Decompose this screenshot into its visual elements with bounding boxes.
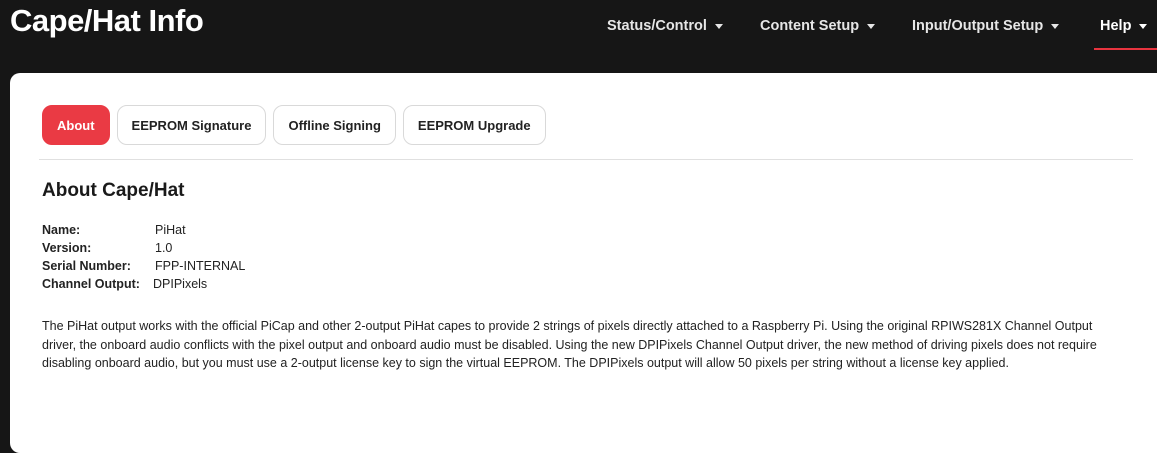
nav-input-output-setup-label: Input/Output Setup bbox=[912, 18, 1044, 34]
chevron-down-icon bbox=[1051, 23, 1060, 29]
tab-divider bbox=[39, 159, 1133, 160]
chevron-down-icon bbox=[867, 23, 876, 29]
section-title: About Cape/Hat bbox=[42, 180, 185, 201]
tab-about[interactable]: About bbox=[42, 105, 110, 145]
chevron-down-icon bbox=[1139, 23, 1148, 29]
info-row-version: Version: 1.0 bbox=[42, 239, 245, 257]
chevron-down-icon bbox=[714, 23, 723, 29]
nav-status-control[interactable]: Status/Control bbox=[607, 15, 723, 37]
cape-description: The PiHat output works with the official… bbox=[42, 319, 1097, 370]
info-value: 1.0 bbox=[155, 241, 173, 255]
tab-offline-signing[interactable]: Offline Signing bbox=[273, 105, 396, 145]
info-value: PiHat bbox=[155, 223, 186, 237]
nav-help[interactable]: Help bbox=[1100, 15, 1148, 37]
info-row-channel-output: Channel Output: DPIPixels bbox=[42, 275, 245, 293]
tab-eeprom-upgrade[interactable]: EEPROM Upgrade bbox=[402, 105, 546, 145]
page-title: Cape/Hat Info bbox=[10, 3, 204, 38]
top-navbar: Cape/Hat Info Status/Control Content Set… bbox=[0, 0, 1157, 70]
info-value: FPP-INTERNAL bbox=[155, 259, 246, 273]
info-label: Version: bbox=[42, 241, 92, 255]
info-label: Channel Output: bbox=[42, 277, 140, 291]
tab-bar: About EEPROM Signature Offline Signing E… bbox=[42, 105, 546, 147]
info-label: Name: bbox=[42, 223, 81, 237]
nav-help-label: Help bbox=[1100, 18, 1132, 34]
nav-input-output-setup[interactable]: Input/Output Setup bbox=[912, 15, 1060, 37]
cape-info-list: Name: PiHat Version: 1.0 Serial Number: … bbox=[42, 221, 245, 293]
info-row-serial-number: Serial Number: FPP-INTERNAL bbox=[42, 257, 245, 275]
content-card: About EEPROM Signature Offline Signing E… bbox=[10, 73, 1157, 453]
info-value: DPIPixels bbox=[153, 277, 208, 291]
info-row-name: Name: PiHat bbox=[42, 221, 245, 239]
nav-active-underline bbox=[1094, 48, 1157, 50]
info-label: Serial Number: bbox=[42, 259, 131, 273]
nav-status-control-label: Status/Control bbox=[607, 18, 707, 34]
nav-content-setup[interactable]: Content Setup bbox=[760, 15, 876, 37]
tab-eeprom-signature[interactable]: EEPROM Signature bbox=[116, 105, 267, 145]
nav-content-setup-label: Content Setup bbox=[760, 18, 860, 34]
